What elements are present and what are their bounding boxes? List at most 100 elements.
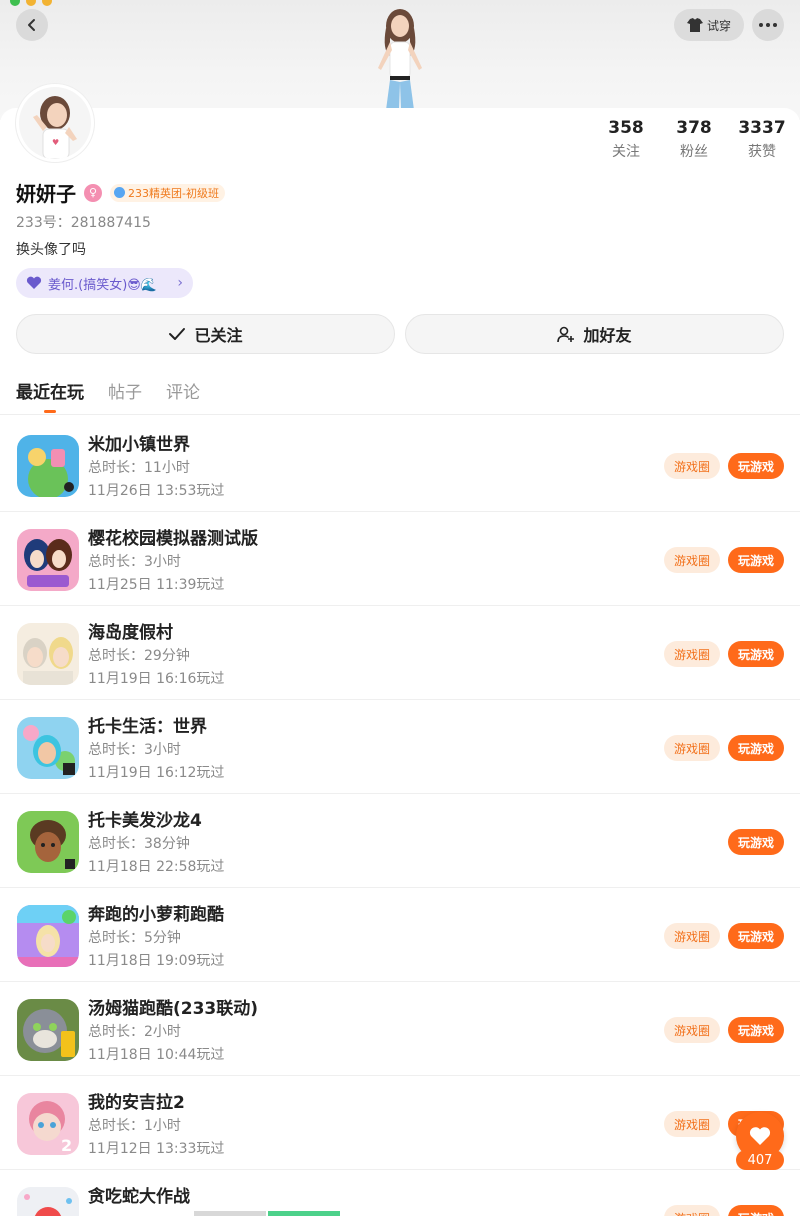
like-count: 407 bbox=[736, 1150, 784, 1170]
user-id: 233号：281887415 bbox=[16, 215, 151, 231]
profile-tabs: 最近在玩 帖子 评论 bbox=[16, 378, 200, 413]
back-button[interactable] bbox=[16, 9, 48, 41]
game-circle-button[interactable]: 游戏圈 bbox=[664, 641, 720, 667]
game-icon-talking-tom-run bbox=[17, 999, 79, 1061]
chevron-right-icon: › bbox=[177, 275, 183, 291]
game-duration: 总时长：2小时 bbox=[88, 1024, 181, 1040]
game-duration: 总时长：1小时 bbox=[88, 1118, 181, 1134]
member-badge[interactable]: 233精英团-初级班 bbox=[110, 183, 225, 202]
tab-comments[interactable]: 评论 bbox=[166, 378, 200, 413]
stat-likes-value: 3337 bbox=[738, 118, 786, 138]
female-gender-icon: ♀ bbox=[84, 183, 102, 202]
game-circle-button[interactable]: 游戏圈 bbox=[664, 547, 720, 573]
play-game-button[interactable]: 玩游戏 bbox=[728, 923, 784, 949]
add-user-icon bbox=[557, 326, 575, 343]
game-duration: 总时长：3小时 bbox=[88, 742, 181, 758]
badge-globe-icon bbox=[114, 187, 125, 198]
list-item[interactable]: 2 我的安吉拉2 总时长：1小时 11月12日 13:33玩过 游戏圈 玩游戏 bbox=[0, 1076, 800, 1170]
game-list: 米加小镇世界 总时长：11小时 11月26日 13:53玩过 游戏圈 玩游戏 樱… bbox=[0, 418, 800, 1216]
character-figure-image bbox=[378, 9, 422, 110]
game-last-played: 11月19日 16:12玩过 bbox=[88, 765, 225, 781]
game-title: 托卡美发沙龙4 bbox=[88, 811, 202, 831]
add-friend-button[interactable]: 加好友 bbox=[405, 314, 784, 354]
play-game-button[interactable]: 玩游戏 bbox=[728, 1205, 784, 1216]
followed-button[interactable]: 已关注 bbox=[16, 314, 395, 354]
game-circle-button[interactable]: 游戏圈 bbox=[664, 1017, 720, 1043]
more-dots-icon bbox=[759, 23, 763, 27]
tab-recently-played[interactable]: 最近在玩 bbox=[16, 378, 84, 413]
game-last-played: 11月25日 11:39玩过 bbox=[88, 577, 225, 593]
stat-likes[interactable]: 3337 获赞 bbox=[727, 118, 797, 161]
game-circle-button[interactable]: 游戏圈 bbox=[664, 735, 720, 761]
game-icon-miga-town bbox=[17, 435, 79, 497]
game-title: 樱花校园模拟器测试版 bbox=[88, 529, 258, 549]
game-circle-button[interactable]: 游戏圈 bbox=[664, 1205, 720, 1216]
stat-following-label: 关注 bbox=[612, 144, 640, 160]
purple-heart-icon bbox=[26, 276, 42, 289]
game-title: 汤姆猫跑酷(233联动) bbox=[88, 999, 259, 1019]
try-on-button[interactable]: 试穿 bbox=[674, 9, 744, 41]
list-item[interactable]: 汤姆猫跑酷(233联动) 总时长：2小时 11月18日 10:44玩过 游戏圈 … bbox=[0, 982, 800, 1076]
play-game-button[interactable]: 玩游戏 bbox=[728, 641, 784, 667]
game-title: 我的安吉拉2 bbox=[88, 1093, 185, 1113]
game-icon-toca-life-world bbox=[17, 717, 79, 779]
game-icon-my-angela-2: 2 bbox=[17, 1093, 79, 1155]
stat-followers-value: 378 bbox=[676, 118, 712, 138]
more-options-button[interactable] bbox=[752, 9, 784, 41]
play-game-button[interactable]: 玩游戏 bbox=[728, 735, 784, 761]
game-duration: 总时长：11小时 bbox=[88, 460, 190, 476]
stat-likes-label: 获赞 bbox=[748, 144, 776, 160]
stat-followers[interactable]: 378 粉丝 bbox=[659, 118, 729, 161]
game-title: 米加小镇世界 bbox=[88, 435, 190, 455]
followed-label: 已关注 bbox=[194, 326, 243, 345]
avatar-image: ♥ bbox=[19, 87, 91, 159]
user-bio: 换头像了吗 bbox=[16, 242, 86, 258]
window-traffic-lights bbox=[10, 0, 52, 6]
add-friend-label: 加好友 bbox=[583, 326, 632, 345]
member-badge-label: 233精英团-初级班 bbox=[128, 186, 219, 200]
try-on-label: 试穿 bbox=[706, 18, 731, 33]
list-item[interactable]: 樱花校园模拟器测试版 总时长：3小时 11月25日 11:39玩过 游戏圈 玩游… bbox=[0, 512, 800, 606]
game-last-played: 11月12日 13:33玩过 bbox=[88, 1141, 225, 1157]
list-item[interactable]: 托卡生活：世界 总时长：3小时 11月19日 16:12玩过 游戏圈 玩游戏 bbox=[0, 700, 800, 794]
list-item[interactable]: 贪吃蛇大作战 游戏圈 玩游戏 bbox=[0, 1170, 800, 1216]
action-buttons: 已关注 加好友 bbox=[16, 314, 784, 354]
cp-relationship-tag[interactable]: 姜何.(搞笑女)😎🌊 › bbox=[16, 268, 193, 298]
chevron-left-icon bbox=[28, 19, 35, 31]
list-item[interactable]: 奔跑的小萝莉跑酷 总时长：5分钟 11月18日 19:09玩过 游戏圈 玩游戏 bbox=[0, 888, 800, 982]
bottom-scroll-indicator-active bbox=[268, 1211, 340, 1216]
game-icon-toca-hair-salon bbox=[17, 811, 79, 873]
game-title: 奔跑的小萝莉跑酷 bbox=[88, 905, 224, 925]
user-avatar[interactable]: ♥ bbox=[16, 84, 94, 162]
user-name: 妍妍子 bbox=[16, 182, 76, 206]
play-game-button[interactable]: 玩游戏 bbox=[728, 1017, 784, 1043]
game-last-played: 11月26日 13:53玩过 bbox=[88, 483, 225, 499]
heart-icon bbox=[749, 1127, 771, 1145]
cp-tag-label: 姜何.(搞笑女)😎🌊 bbox=[48, 277, 158, 293]
tabs-divider bbox=[0, 414, 800, 415]
game-icon-island-resort bbox=[17, 623, 79, 685]
game-last-played: 11月18日 19:09玩过 bbox=[88, 953, 225, 969]
svg-text:2: 2 bbox=[61, 1136, 72, 1155]
play-game-button[interactable]: 玩游戏 bbox=[728, 547, 784, 573]
outfit-icon bbox=[686, 18, 703, 32]
game-circle-button[interactable]: 游戏圈 bbox=[664, 1111, 720, 1137]
game-circle-button[interactable]: 游戏圈 bbox=[664, 923, 720, 949]
stat-following[interactable]: 358 关注 bbox=[591, 118, 661, 161]
game-icon-sakura-school bbox=[17, 529, 79, 591]
game-last-played: 11月18日 10:44玩过 bbox=[88, 1047, 225, 1063]
play-game-button[interactable]: 玩游戏 bbox=[728, 453, 784, 479]
list-item[interactable]: 海岛度假村 总时长：29分钟 11月19日 16:16玩过 游戏圈 玩游戏 bbox=[0, 606, 800, 700]
game-circle-button[interactable]: 游戏圈 bbox=[664, 453, 720, 479]
list-item[interactable]: 米加小镇世界 总时长：11小时 11月26日 13:53玩过 游戏圈 玩游戏 bbox=[0, 418, 800, 512]
game-last-played: 11月19日 16:16玩过 bbox=[88, 671, 225, 687]
game-icon-snake-battle bbox=[17, 1187, 79, 1216]
svg-text:♥: ♥ bbox=[52, 138, 59, 147]
game-last-played: 11月18日 22:58玩过 bbox=[88, 859, 225, 875]
list-item[interactable]: 托卡美发沙龙4 总时长：38分钟 11月18日 22:58玩过 玩游戏 bbox=[0, 794, 800, 888]
tab-posts[interactable]: 帖子 bbox=[108, 378, 142, 413]
check-icon bbox=[169, 328, 186, 340]
game-icon-running-girl-parkour bbox=[17, 905, 79, 967]
game-duration: 总时长：5分钟 bbox=[88, 930, 181, 946]
play-game-button[interactable]: 玩游戏 bbox=[728, 829, 784, 855]
